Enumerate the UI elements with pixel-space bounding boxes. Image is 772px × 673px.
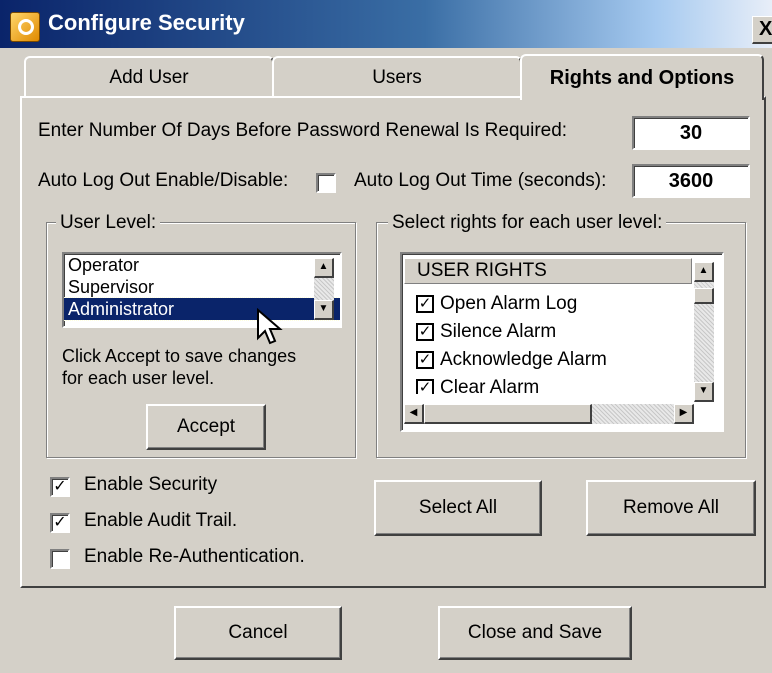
rights-column-header[interactable]: USER RIGHTS bbox=[404, 258, 692, 284]
select-all-button[interactable]: Select All bbox=[374, 480, 542, 536]
enable-security-checkbox[interactable]: ✓ bbox=[50, 477, 70, 497]
right-label: Acknowledge Alarm bbox=[440, 349, 607, 370]
auto-logout-time-label: Auto Log Out Time (seconds): bbox=[354, 170, 607, 191]
right-acknowledge-alarm[interactable]: ✓ Acknowledge Alarm bbox=[410, 346, 692, 374]
enable-audit-trail-label: Enable Audit Trail. bbox=[84, 510, 238, 531]
password-renewal-days-input[interactable]: 30 bbox=[632, 116, 750, 150]
auto-logout-enable-label: Auto Log Out Enable/Disable: bbox=[38, 170, 289, 191]
remove-all-button[interactable]: Remove All bbox=[586, 480, 756, 536]
right-silence-alarm[interactable]: ✓ Silence Alarm bbox=[410, 318, 692, 346]
auto-logout-checkbox[interactable] bbox=[316, 173, 336, 193]
enable-reauth-label: Enable Re-Authentication. bbox=[84, 546, 305, 567]
rights-scroll-up-icon[interactable]: ▲ bbox=[694, 262, 714, 282]
close-button[interactable]: X bbox=[752, 16, 772, 44]
checkbox-checked-icon[interactable]: ✓ bbox=[416, 351, 434, 369]
right-clear-alarm[interactable]: ✓ Clear Alarm bbox=[410, 374, 692, 394]
right-label: Silence Alarm bbox=[440, 321, 557, 342]
list-item-supervisor[interactable]: Supervisor bbox=[64, 276, 340, 298]
right-label: Clear Alarm bbox=[440, 377, 540, 394]
checkbox-checked-icon[interactable]: ✓ bbox=[416, 379, 434, 394]
accept-button[interactable]: Accept bbox=[146, 404, 266, 450]
key-icon bbox=[10, 12, 40, 42]
window-title: Configure Security bbox=[48, 10, 245, 35]
mouse-cursor-icon bbox=[257, 308, 283, 345]
tab-users[interactable]: Users bbox=[272, 56, 522, 98]
enable-security-label: Enable Security bbox=[84, 474, 218, 495]
user-level-title: User Level: bbox=[56, 212, 161, 234]
password-renewal-label: Enter Number Of Days Before Password Ren… bbox=[38, 120, 568, 141]
scroll-up-icon[interactable]: ▲ bbox=[314, 258, 334, 278]
checkbox-checked-icon[interactable]: ✓ bbox=[416, 323, 434, 341]
scroll-down-icon[interactable]: ▼ bbox=[314, 300, 334, 320]
rights-hscroll-track[interactable] bbox=[592, 404, 674, 424]
enable-reauth-checkbox[interactable] bbox=[50, 549, 70, 569]
rights-scroll-right-icon[interactable]: ▶ bbox=[674, 404, 694, 424]
tab-add-user[interactable]: Add User bbox=[24, 56, 274, 98]
scroll-track[interactable] bbox=[314, 278, 334, 300]
close-and-save-button[interactable]: Close and Save bbox=[438, 606, 632, 660]
rights-scroll-down-icon[interactable]: ▼ bbox=[694, 382, 714, 402]
rights-items: ✓ Open Alarm Log ✓ Silence Alarm ✓ Acknowle… bbox=[410, 290, 692, 394]
rights-scroll-left-icon[interactable]: ◀ bbox=[404, 404, 424, 424]
user-level-list[interactable]: Operator Supervisor Administrator bbox=[62, 252, 342, 328]
auto-logout-time-input[interactable]: 3600 bbox=[632, 164, 750, 198]
checkbox-checked-icon[interactable]: ✓ bbox=[416, 295, 434, 313]
list-item-administrator[interactable]: Administrator bbox=[64, 297, 340, 321]
cancel-button[interactable]: Cancel bbox=[174, 606, 342, 660]
enable-audit-trail-checkbox[interactable]: ✓ bbox=[50, 513, 70, 533]
right-open-alarm-log[interactable]: ✓ Open Alarm Log bbox=[410, 290, 692, 318]
rights-scroll-thumb[interactable] bbox=[694, 288, 714, 304]
list-item-operator[interactable]: Operator bbox=[64, 254, 340, 276]
rights-hscroll-thumb[interactable] bbox=[424, 404, 592, 424]
accept-hint-line2: for each user level. bbox=[62, 368, 215, 388]
tab-rights-and-options[interactable]: Rights and Options bbox=[520, 54, 764, 100]
rights-title: Select rights for each user level: bbox=[388, 212, 667, 234]
right-label: Open Alarm Log bbox=[440, 293, 578, 314]
accept-hint-line1: Click Accept to save changes bbox=[62, 346, 297, 366]
